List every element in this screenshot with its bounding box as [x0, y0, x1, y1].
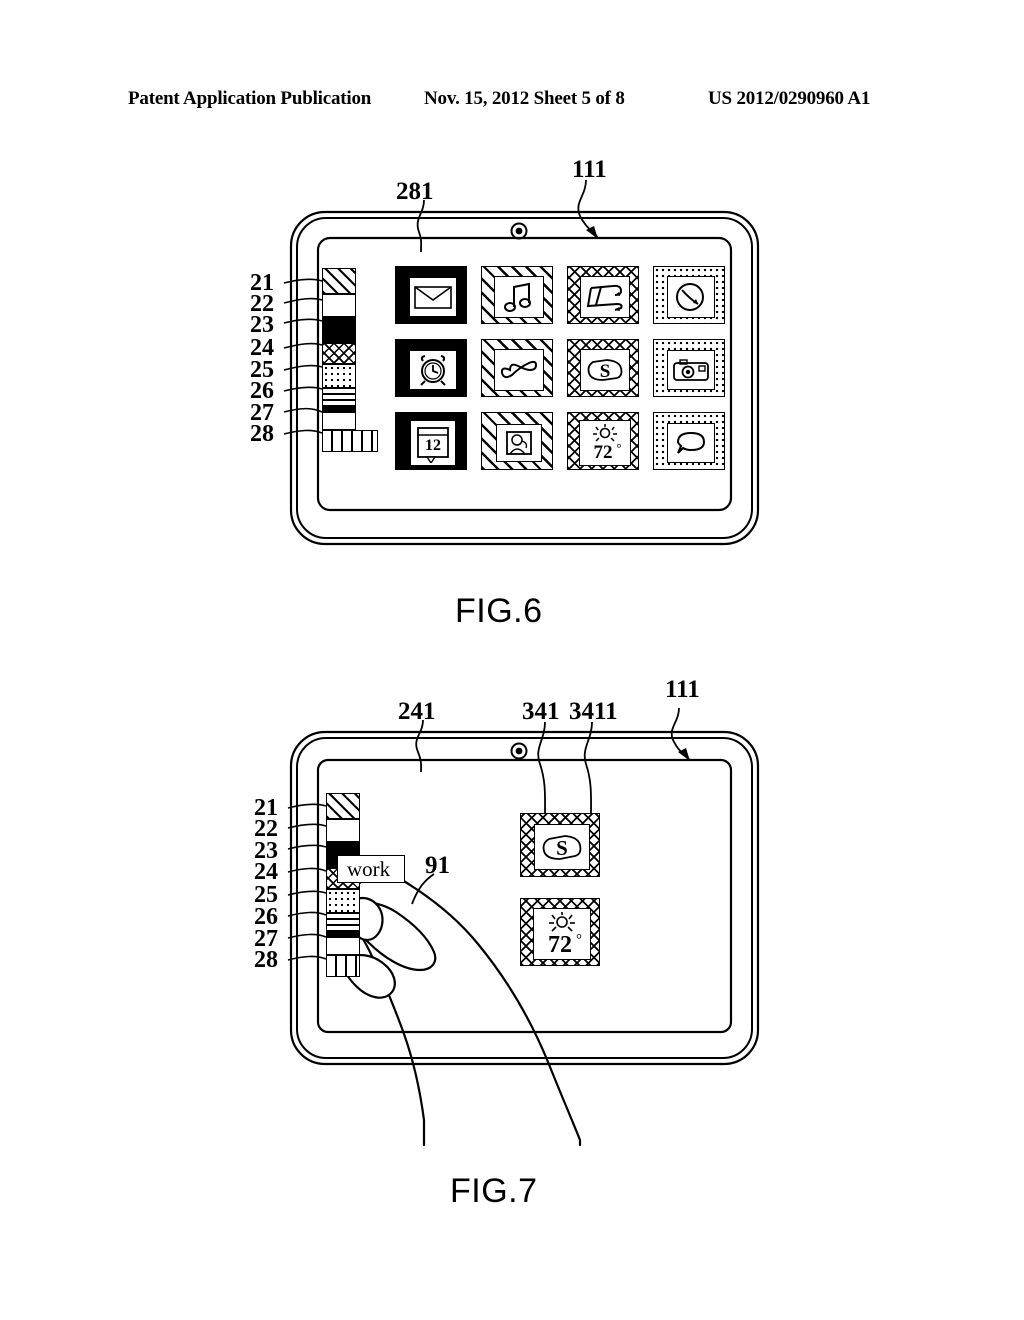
sun-temp-icon: 72 °: [548, 912, 582, 958]
fig6-icon-weather[interactable]: 72 °: [567, 412, 639, 470]
fig6-icon-camera[interactable]: [653, 339, 725, 397]
fig7-caption: FIG.7: [450, 1172, 538, 1210]
fig7-ref-111: 111: [665, 676, 700, 703]
fig6-icon-skype[interactable]: S: [567, 339, 639, 397]
fig6-sidebar-segment-24[interactable]: [322, 343, 356, 364]
s-badge-icon: S: [542, 835, 582, 860]
fig6-device-outline: [283, 179, 760, 546]
fig6-icon-alarm[interactable]: [395, 339, 467, 397]
fig6-icon-link[interactable]: [481, 339, 553, 397]
fig7-device-outline: [287, 707, 760, 1147]
weather-temperature: 72: [594, 442, 613, 463]
header-publication-title: Patent Application Publication: [128, 88, 372, 109]
speech-bubble-icon: [676, 431, 706, 454]
svg-text:°: °: [616, 440, 621, 455]
fig6-icon-photos[interactable]: [481, 412, 553, 470]
page-header: Patent Application Publication Nov. 15, …: [0, 88, 1024, 114]
fig6-ref-28: 28: [250, 421, 274, 447]
s-badge-icon: S: [587, 359, 623, 382]
fig6-ref-281: 281: [396, 178, 434, 205]
skype-letter: S: [556, 836, 568, 860]
fig6-sidebar-segment-27[interactable]: [322, 408, 356, 430]
fig6-icon-music[interactable]: [481, 266, 553, 324]
music-note-icon: [504, 282, 531, 312]
fig7-icon-weather[interactable]: 72 °: [520, 898, 600, 966]
fig6-caption: FIG.6: [455, 592, 543, 630]
fig7-sidebar-segment-25[interactable]: [326, 889, 360, 913]
svg-text:°: °: [576, 932, 582, 948]
fig6-sidebar-segment-22[interactable]: [322, 294, 356, 317]
weather-temperature: 72: [548, 932, 572, 958]
fig6-sidebar-segment-23[interactable]: [322, 317, 356, 343]
fig6-icon-fitness[interactable]: [567, 266, 639, 324]
fig7-sidebar-segment-21[interactable]: [326, 793, 360, 819]
envelope-icon: [414, 286, 452, 309]
fig7-sidebar-segment-22[interactable]: [326, 819, 360, 842]
fig7-icon-skype[interactable]: S: [520, 813, 600, 877]
fig7-tooltip-work: work: [337, 855, 405, 883]
alarm-clock-icon: [420, 355, 446, 386]
fig6-ref-111: 111: [572, 156, 607, 183]
globe-arrow-icon: [676, 283, 704, 311]
header-date-sheet: Nov. 15, 2012 Sheet 5 of 8: [424, 88, 625, 109]
fig6-icon-mail[interactable]: [395, 266, 467, 324]
fig6-icon-messages[interactable]: [653, 412, 725, 470]
calendar-day-number: 12: [425, 437, 441, 454]
fig6-icon-calendar[interactable]: 12: [395, 412, 467, 470]
fig7-ref-241: 241: [398, 698, 436, 725]
patent-drawing-page: Patent Application Publication Nov. 15, …: [0, 0, 1024, 1320]
fig7-sidebar-segment-27[interactable]: [326, 933, 360, 955]
fig7-sidebar-segment-28[interactable]: [326, 955, 360, 977]
fig7-sidebar-segment-26[interactable]: [326, 913, 360, 933]
portrait-photo-icon: [506, 431, 532, 455]
calendar-icon: 12: [417, 427, 449, 463]
camera-icon: [673, 359, 709, 381]
header-publication-number: US 2012/0290960 A1: [708, 88, 871, 109]
fig6-sidebar-segment-21[interactable]: [322, 268, 356, 294]
fig6-sidebar-segment-25[interactable]: [322, 364, 356, 388]
fig7-ref-91: 91: [425, 852, 450, 879]
sun-temp-icon: 72 °: [593, 424, 622, 463]
infinity-loop-icon: [500, 360, 538, 379]
fig6-sidebar[interactable]: [322, 268, 378, 452]
fig6-icon-browser[interactable]: [653, 266, 725, 324]
treadmill-icon: [586, 284, 623, 311]
svg-text:S: S: [600, 361, 611, 382]
fig7-ref-28: 28: [254, 947, 278, 973]
fig7-ref-3411: 3411: [569, 698, 618, 725]
fig7-ref-341: 341: [522, 698, 560, 725]
fig6-sidebar-segment-26[interactable]: [322, 388, 356, 408]
fig6-sidebar-segment-28[interactable]: [322, 430, 378, 452]
